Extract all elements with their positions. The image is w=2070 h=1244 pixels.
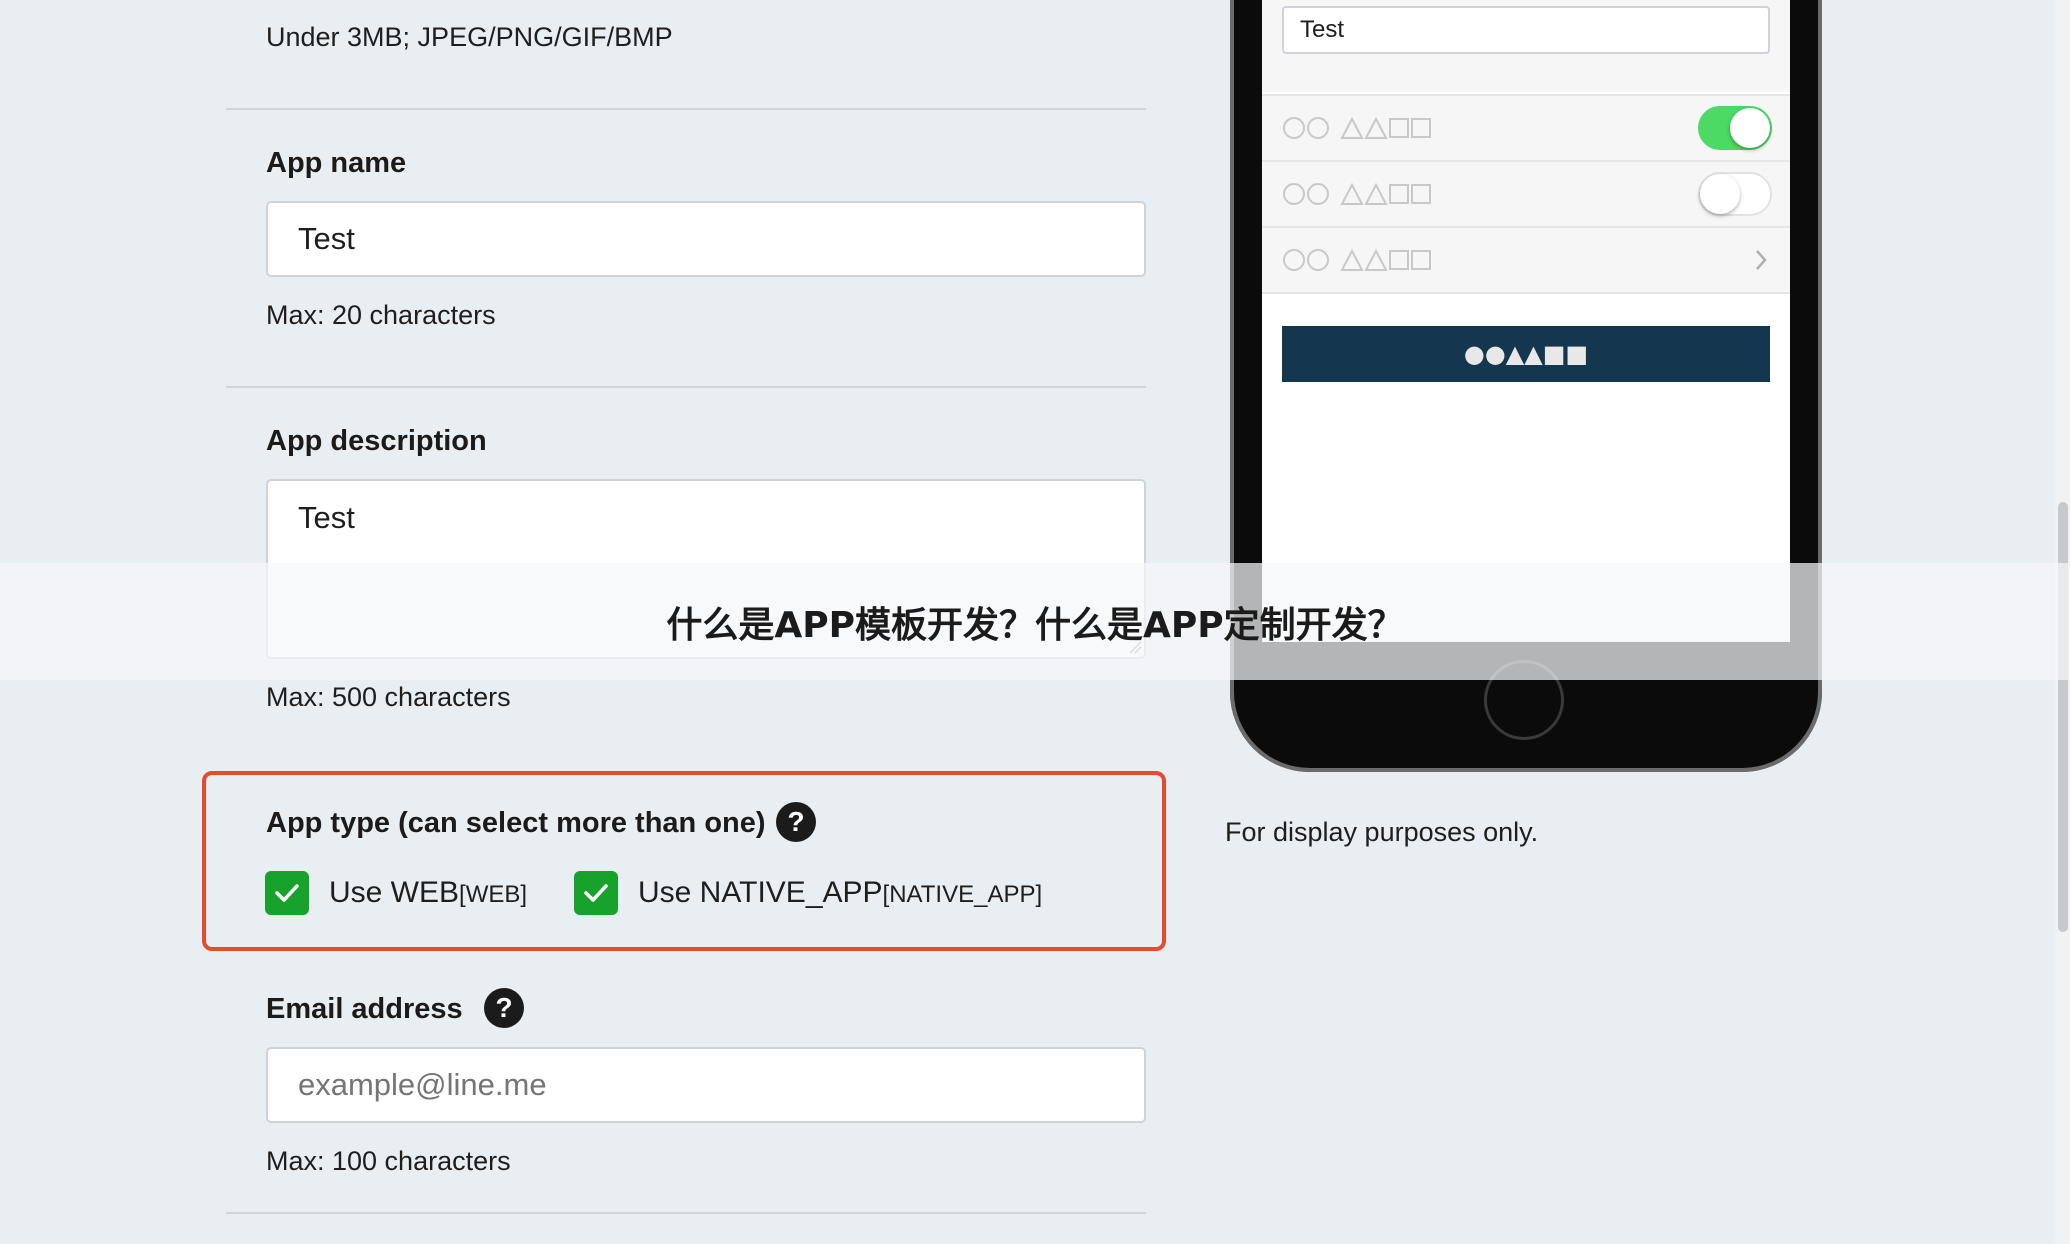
checkbox-web[interactable]	[265, 871, 309, 915]
preview-row	[1262, 226, 1790, 294]
option-native-app-label[interactable]: Use NATIVE_APP[NATIVE_APP]	[638, 876, 1042, 910]
chevron-right-icon	[1754, 248, 1768, 277]
preview-row	[1262, 94, 1790, 160]
preview-input: Test	[1282, 6, 1770, 54]
toggle-on	[1698, 106, 1772, 150]
app-description-label: App description	[266, 425, 487, 457]
display-note: For display purposes only.	[1225, 817, 1539, 847]
app-name-hint: Max: 20 characters	[266, 300, 496, 330]
help-icon[interactable]: ?	[776, 802, 816, 842]
email-input[interactable]	[266, 1047, 1146, 1123]
shapes-placeholder-icon	[1282, 116, 1432, 145]
shapes-placeholder-icon	[1282, 182, 1432, 211]
icon-format-hint: Under 3MB; JPEG/PNG/GIF/BMP	[266, 22, 673, 52]
toggle-off	[1698, 172, 1772, 216]
app-type-label: App type (can select more than one)	[266, 807, 766, 839]
preview-button: ●●▲▲■■	[1282, 326, 1770, 382]
checkmark-icon	[275, 884, 299, 902]
app-description-hint: Max: 500 characters	[266, 682, 511, 712]
highlight-box	[202, 771, 1166, 951]
phone-screen: Test ●●▲▲■■	[1262, 0, 1790, 642]
checkbox-native-app[interactable]	[574, 871, 618, 915]
preview-row	[1262, 160, 1790, 226]
email-label: Email address	[266, 993, 463, 1025]
divider	[226, 108, 1146, 110]
divider	[226, 1212, 1146, 1214]
email-hint: Max: 100 characters	[266, 1146, 511, 1176]
banner-title: 什么是APP模板开发？什么是APP定制开发？	[666, 605, 1404, 646]
checkmark-icon	[584, 884, 608, 902]
divider	[226, 386, 1146, 388]
shapes-placeholder-icon	[1282, 248, 1432, 277]
help-icon[interactable]: ?	[484, 988, 524, 1028]
app-name-input[interactable]: Test	[266, 201, 1146, 277]
option-web-label[interactable]: Use WEB[WEB]	[329, 876, 527, 910]
app-name-label: App name	[266, 147, 407, 179]
